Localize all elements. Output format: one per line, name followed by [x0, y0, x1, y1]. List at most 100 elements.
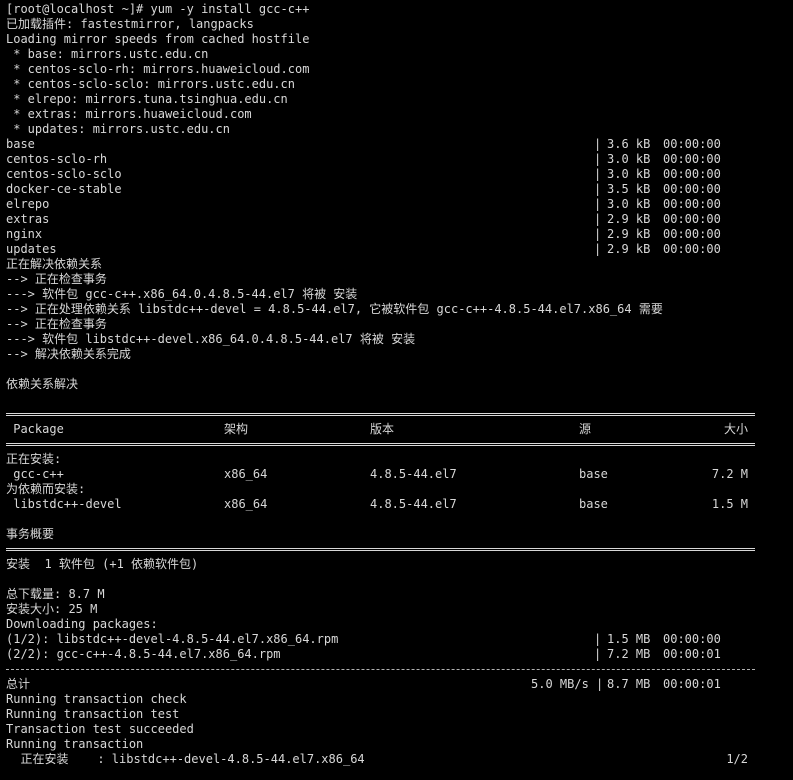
package-repo: base: [579, 467, 608, 481]
repo-name: centos-sclo-sclo: [6, 167, 122, 181]
output-text: Loading mirror speeds from cached hostfi…: [6, 32, 310, 46]
output-text: Transaction test succeeded: [6, 722, 194, 736]
package-arch: x86_64: [224, 467, 268, 481]
package-arch: 架构: [224, 422, 249, 436]
package-arch: x86_64: [224, 497, 268, 511]
terminal-line: Running transaction test: [0, 707, 793, 722]
package-name: Package: [6, 422, 64, 436]
total-time: 00:00:01: [663, 677, 721, 691]
output-text: Running transaction: [6, 737, 144, 751]
terminal-line: 正在解决依赖关系: [0, 257, 793, 272]
output-text: 正在安装:: [6, 452, 62, 466]
terminal-line: * extras: mirrors.huaweicloud.com: [0, 107, 793, 122]
terminal-line: --> 正在处理依赖关系 libstdc++-devel = 4.8.5-44.…: [0, 302, 793, 317]
download-size: 3.5 kB: [607, 182, 651, 196]
column-separator: |: [594, 242, 602, 256]
download-size: 3.0 kB: [607, 197, 651, 211]
package-size: 大小: [723, 422, 748, 436]
output-text: [root@localhost ~]# yum -y install gcc-c…: [6, 2, 310, 16]
repo-status-line: (1/2): libstdc++-devel-4.8.5-44.el7.x86_…: [0, 632, 793, 647]
terminal-line: * base: mirrors.ustc.edu.cn: [0, 47, 793, 62]
terminal-line: 依赖关系解决: [0, 377, 793, 392]
terminal-line: Transaction test succeeded: [0, 722, 793, 737]
package-version: 4.8.5-44.el7: [370, 467, 457, 481]
repo-status-line: elrepo | 3.0 kB 00:00:00: [0, 197, 793, 212]
download-size: 3.6 kB: [607, 137, 651, 151]
terminal-line: Running transaction: [0, 737, 793, 752]
output-text: Running transaction test: [6, 707, 180, 721]
divider: [6, 669, 755, 670]
repo-name: base: [6, 137, 35, 151]
download-time: 00:00:00: [663, 137, 721, 151]
output-text: * extras: mirrors.huaweicloud.com: [6, 107, 252, 121]
output-text: 为依赖而安装:: [6, 482, 86, 496]
terminal-line: * updates: mirrors.ustc.edu.cn: [0, 122, 793, 137]
column-separator: |: [594, 182, 602, 196]
output-text: * centos-sclo-sclo: mirrors.ustc.edu.cn: [6, 77, 295, 91]
double-rule-separator: [0, 437, 793, 452]
package-size: 1.5 M: [711, 497, 748, 511]
repo-name: extras: [6, 212, 50, 226]
terminal-line: * centos-sclo-rh: mirrors.huaweicloud.co…: [0, 62, 793, 77]
output-text: --> 正在检查事务: [6, 272, 107, 286]
column-separator: |: [594, 197, 602, 211]
terminal-window[interactable]: [root@localhost ~]# yum -y install gcc-c…: [0, 0, 793, 780]
repo-name: docker-ce-stable: [6, 182, 122, 196]
terminal-line: Running transaction check: [0, 692, 793, 707]
repo-name: centos-sclo-rh: [6, 152, 108, 166]
terminal-line: --> 正在检查事务: [0, 272, 793, 287]
column-separator: |: [594, 212, 602, 226]
column-separator: |: [594, 137, 602, 151]
repo-name: (1/2): libstdc++-devel-4.8.5-44.el7.x86_…: [6, 632, 339, 646]
column-separator: |: [594, 167, 602, 181]
download-size: 2.9 kB: [607, 212, 651, 226]
total-label: 总计: [6, 677, 31, 691]
repo-status-line: centos-sclo-rh | 3.0 kB 00:00:00: [0, 152, 793, 167]
download-total-line: 总计 5.0 MB/s | 8.7 MB 00:00:01: [0, 677, 793, 692]
output-text: ---> 软件包 gcc-c++.x86_64.0.4.8.5-44.el7 将…: [6, 287, 358, 301]
terminal-line: --> 正在检查事务: [0, 317, 793, 332]
package-repo: base: [579, 497, 608, 511]
column-separator: |: [594, 647, 602, 661]
terminal-line: 安装大小: 25 M: [0, 602, 793, 617]
repo-name: (2/2): gcc-c++-4.8.5-44.el7.x86_64.rpm: [6, 647, 281, 661]
terminal-line: --> 解决依赖关系完成: [0, 347, 793, 362]
output-text: 安装 1 软件包 (+1 依赖软件包): [6, 557, 199, 571]
output-text: Running transaction check: [6, 692, 187, 706]
repo-status-line: centos-sclo-sclo | 3.0 kB 00:00:00: [0, 167, 793, 182]
package-table-row: Package 架构 版本 源 大小: [0, 422, 793, 437]
terminal-line: 安装 1 软件包 (+1 依赖软件包): [0, 557, 793, 572]
terminal-line: Downloading packages:: [0, 617, 793, 632]
package-size: 7.2 M: [711, 467, 748, 481]
terminal-line: 为依赖而安装:: [0, 482, 793, 497]
terminal-line: * centos-sclo-sclo: mirrors.ustc.edu.cn: [0, 77, 793, 92]
repo-name: nginx: [6, 227, 43, 241]
repo-name: elrepo: [6, 197, 50, 211]
output-text: ---> 软件包 libstdc++-devel.x86_64.0.4.8.5-…: [6, 332, 416, 346]
column-separator: |: [594, 632, 602, 646]
terminal-line: 事务概要: [0, 527, 793, 542]
download-time: 00:00:00: [663, 212, 721, 226]
terminal-line: 总下载量: 8.7 M: [0, 587, 793, 602]
terminal-line: 已加载插件: fastestmirror, langpacks: [0, 17, 793, 32]
total-size: 8.7 MB: [607, 677, 651, 691]
output-text: * updates: mirrors.ustc.edu.cn: [6, 122, 230, 136]
download-size: 2.9 kB: [607, 242, 651, 256]
terminal-line: ---> 软件包 libstdc++-devel.x86_64.0.4.8.5-…: [0, 332, 793, 347]
download-time: 00:00:01: [663, 647, 721, 661]
output-text: 已加载插件: fastestmirror, langpacks: [6, 17, 254, 31]
dashed-rule-separator: [0, 662, 793, 677]
download-time: 00:00:00: [663, 167, 721, 181]
download-size: 3.0 kB: [607, 152, 651, 166]
column-separator: |: [594, 227, 602, 241]
terminal-line: ---> 软件包 gcc-c++.x86_64.0.4.8.5-44.el7 将…: [0, 287, 793, 302]
output-text: 事务概要: [6, 527, 55, 541]
repo-status-line: base | 3.6 kB 00:00:00: [0, 137, 793, 152]
output-text: * elrepo: mirrors.tuna.tsinghua.edu.cn: [6, 92, 288, 106]
output-text: 安装大小: 25 M: [6, 602, 98, 616]
download-time: 00:00:00: [663, 197, 721, 211]
repo-name: updates: [6, 242, 57, 256]
output-text: Downloading packages:: [6, 617, 158, 631]
repo-status-line: docker-ce-stable | 3.5 kB 00:00:00: [0, 182, 793, 197]
